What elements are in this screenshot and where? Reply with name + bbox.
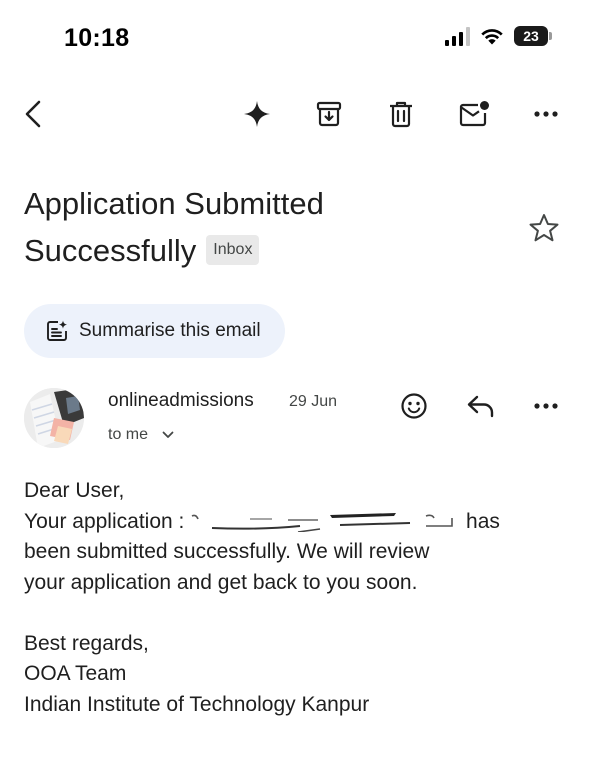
redacted-application-id bbox=[190, 510, 460, 533]
archive-button[interactable] bbox=[307, 92, 351, 136]
email-body: Dear User, Your application : has been s… bbox=[24, 476, 572, 720]
inbox-label-badge[interactable]: Inbox bbox=[206, 234, 260, 265]
email-subject: Application Submitted Successfully Inbox bbox=[24, 180, 494, 274]
star-outline-icon bbox=[529, 214, 559, 242]
reply-button[interactable] bbox=[459, 384, 503, 428]
gemini-sparkle-icon bbox=[244, 101, 270, 127]
chevron-down-icon bbox=[162, 431, 174, 438]
add-reaction-button[interactable] bbox=[392, 384, 436, 428]
body-line-suffix: has bbox=[466, 509, 500, 533]
body-team: OOA Team bbox=[24, 662, 127, 685]
back-button[interactable] bbox=[12, 92, 56, 136]
battery-icon: 23 bbox=[514, 26, 552, 46]
wifi-icon bbox=[481, 28, 503, 44]
more-horizontal-icon bbox=[534, 111, 558, 117]
body-line-2: been submitted successfully. We will rev… bbox=[24, 540, 430, 563]
recipient-details-toggle[interactable]: to me bbox=[108, 426, 174, 444]
star-button[interactable] bbox=[522, 206, 566, 250]
emoji-icon bbox=[401, 393, 427, 419]
status-icons: 23 bbox=[445, 26, 552, 46]
summary-sparkle-icon bbox=[47, 320, 67, 341]
cellular-signal-icon bbox=[445, 26, 470, 46]
recipient-label: to me bbox=[108, 426, 149, 443]
body-line-3: your application and get back to you soo… bbox=[24, 570, 418, 594]
status-time: 10:18 bbox=[64, 24, 130, 52]
body-line-1: Your application : has bbox=[24, 507, 572, 538]
email-toolbar bbox=[0, 92, 590, 136]
body-line-prefix: Your application : bbox=[24, 509, 185, 533]
summarise-label: Summarise this email bbox=[79, 320, 261, 341]
message-more-button[interactable] bbox=[524, 384, 568, 428]
subject-text: Application Submitted Successfully bbox=[24, 186, 324, 268]
reply-icon bbox=[467, 395, 494, 418]
email-date: 29 Jun bbox=[289, 393, 338, 410]
archive-icon bbox=[316, 101, 342, 127]
sender-avatar[interactable] bbox=[24, 388, 84, 448]
delete-button[interactable] bbox=[379, 92, 423, 136]
body-closing: Best regards, bbox=[24, 631, 149, 655]
gemini-button[interactable] bbox=[235, 92, 279, 136]
trash-icon bbox=[390, 101, 412, 128]
sender-name[interactable]: onlineadmissions bbox=[108, 390, 254, 412]
body-greeting: Dear User, bbox=[24, 479, 125, 502]
mark-unread-button[interactable] bbox=[452, 92, 496, 136]
back-arrow-icon bbox=[25, 100, 41, 128]
summarise-email-chip[interactable]: Summarise this email bbox=[24, 304, 285, 358]
body-institution: Indian Institute of Technology Kanpur bbox=[24, 692, 370, 716]
status-bar: 10:18 23 bbox=[0, 0, 590, 78]
more-options-button[interactable] bbox=[524, 92, 568, 136]
more-horizontal-icon bbox=[534, 403, 558, 409]
battery-level: 23 bbox=[514, 26, 548, 46]
mark-unread-icon bbox=[459, 101, 489, 127]
